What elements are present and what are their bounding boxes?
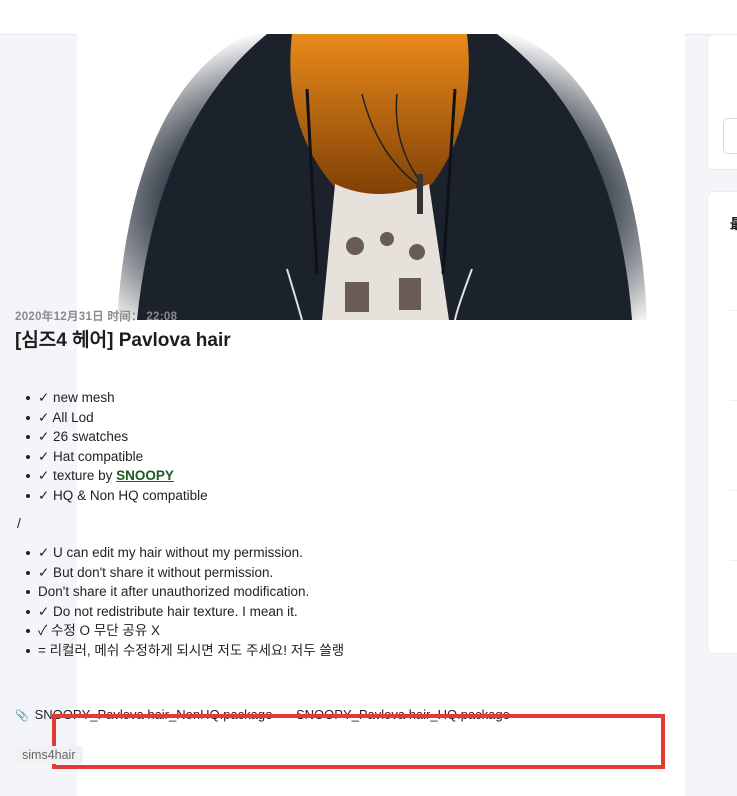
separator-text: / [17, 515, 21, 531]
list-item: ✓ U can edit my hair without my permissi… [25, 543, 344, 563]
list-item: ✓ HQ & Non HQ compatible [26, 486, 208, 506]
sidebar-search-card [707, 34, 737, 170]
sidebar-divider [730, 490, 737, 491]
post-tag[interactable]: sims4hair [15, 746, 83, 764]
list-item: ✓ Hat compatible [26, 447, 208, 467]
list-item: ✓ new mesh [26, 388, 208, 408]
top-navigation-bar [0, 0, 737, 35]
list-item: ✓ Do not redistribute hair texture. I me… [25, 602, 344, 622]
texture-author-link[interactable]: SNOOPY [116, 468, 174, 483]
attachments-highlight-box [52, 714, 665, 769]
sidebar-search-input[interactable] [723, 118, 737, 154]
sidebar-divider [730, 310, 737, 311]
post-hero-image [77, 34, 685, 320]
sidebar-divider [730, 400, 737, 401]
list-item: = 리컬러, 메쉬 수정하게 되시면 저도 주세요! 저두 쓸랭 [25, 641, 344, 661]
post-date: 2020年12月31日 时间： 22:08 [15, 311, 178, 323]
post-title: [심즈4 헤어] Pavlova hair [15, 330, 231, 351]
list-item: ✓ texture by SNOOPY [26, 466, 208, 486]
feature-texture-text: ✓ texture by [38, 468, 117, 484]
list-item: Don't share it after unauthorized modifi… [25, 582, 344, 602]
list-item: ✓ 26 swatches [26, 427, 208, 447]
feature-list: ✓ new mesh ✓ All Lod ✓ 26 swatches ✓ Hat… [26, 388, 208, 506]
list-item: ✓ 수정 O 무단 공유 X [25, 621, 344, 641]
rules-list: ✓ U can edit my hair without my permissi… [25, 543, 344, 661]
sidebar-divider [730, 560, 737, 561]
paperclip-icon: 📎 [15, 710, 29, 722]
sidebar-widget-heading: 最 [730, 214, 737, 234]
sidebar-widget-card: 最 [707, 191, 737, 654]
list-item: ✓ But don't share it without permission. [25, 563, 344, 583]
list-item: ✓ All Lod [26, 408, 208, 428]
